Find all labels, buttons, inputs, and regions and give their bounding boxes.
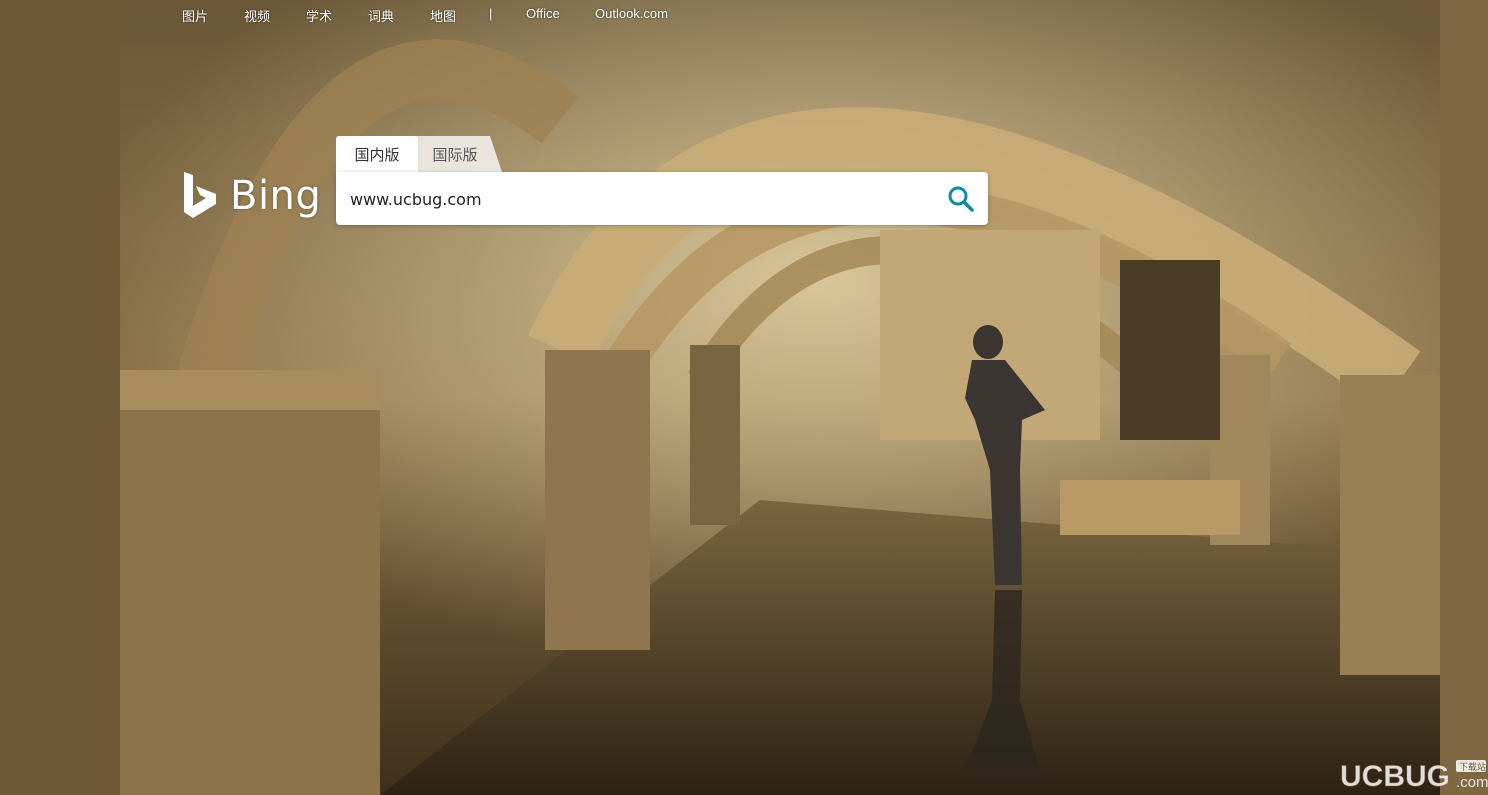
svg-text:.com: .com (1456, 774, 1488, 791)
ucbug-watermark-logo: UCBUG 下载站 .com (1340, 760, 1488, 792)
top-nav: 图片 视频 学术 词典 地图 | Office Outlook.com (0, 0, 800, 30)
nav-outlook-link[interactable]: Outlook.com (595, 6, 668, 21)
search-icon (948, 186, 974, 212)
bing-b-icon (184, 172, 216, 218)
svg-text:下载站: 下载站 (1459, 761, 1486, 773)
search-input[interactable] (348, 172, 932, 227)
search-box (336, 172, 988, 227)
nav-maps-link[interactable]: 地图 (430, 6, 456, 25)
search-button[interactable] (944, 182, 978, 216)
tab-international[interactable]: 国际版 (416, 136, 502, 172)
nav-separator: | (489, 6, 493, 21)
bing-logo[interactable]: Bing (182, 170, 321, 222)
nav-videos-link[interactable]: 视频 (244, 6, 270, 25)
nav-images-link[interactable]: 图片 (182, 6, 208, 25)
tab-domestic[interactable]: 国内版 (336, 136, 418, 172)
bing-wordmark: Bing (230, 173, 322, 219)
nav-office-link[interactable]: Office (526, 6, 560, 21)
background-image (0, 0, 1488, 795)
nav-academic-link[interactable]: 学术 (306, 6, 332, 25)
nav-dictionary-link[interactable]: 词典 (368, 6, 394, 25)
svg-text:UCBUG: UCBUG (1340, 760, 1450, 792)
